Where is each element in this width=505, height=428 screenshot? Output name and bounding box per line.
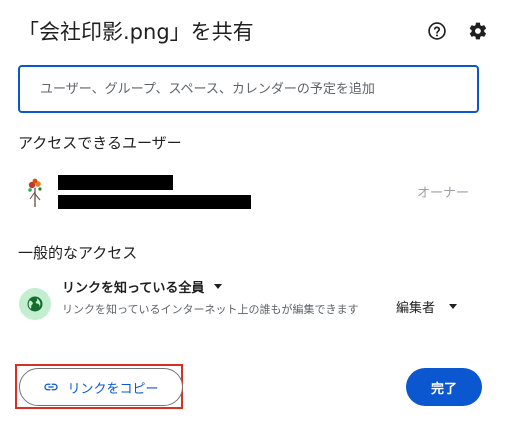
general-access-description: リンクを知っているインターネット上の誰もが編集できます	[62, 303, 359, 316]
add-people-input[interactable]	[38, 80, 459, 98]
copy-link-label: リンクをコピー	[67, 381, 159, 397]
done-button[interactable]: 完了	[406, 368, 482, 406]
dialog-title: 「会社印影.png」を共有	[18, 20, 254, 44]
settings-button[interactable]	[467, 20, 489, 42]
help-circle-icon	[428, 22, 446, 40]
general-access-dropdown[interactable]: リンクを知っている全員	[62, 277, 223, 296]
role-selected: 編集者	[396, 301, 436, 316]
avatar	[28, 178, 42, 207]
owner-role-label: オーナー	[416, 186, 469, 201]
help-button[interactable]	[426, 20, 448, 42]
chevron-down-icon	[449, 304, 458, 309]
chevron-down-icon	[214, 284, 223, 289]
user-name-redacted	[58, 175, 173, 190]
user-email-redacted	[58, 195, 251, 209]
general-access-heading: 一般的なアクセス	[18, 244, 138, 262]
copy-link-button[interactable]: リンクをコピー	[19, 368, 183, 406]
link-icon	[43, 379, 59, 395]
gear-icon	[469, 22, 487, 40]
general-access-selected: リンクを知っている全員	[62, 281, 205, 296]
add-people-field[interactable]	[18, 65, 479, 113]
globe-icon	[19, 288, 51, 320]
role-dropdown[interactable]: 編集者	[396, 297, 458, 316]
people-with-access-heading: アクセスできるユーザー	[18, 134, 182, 152]
